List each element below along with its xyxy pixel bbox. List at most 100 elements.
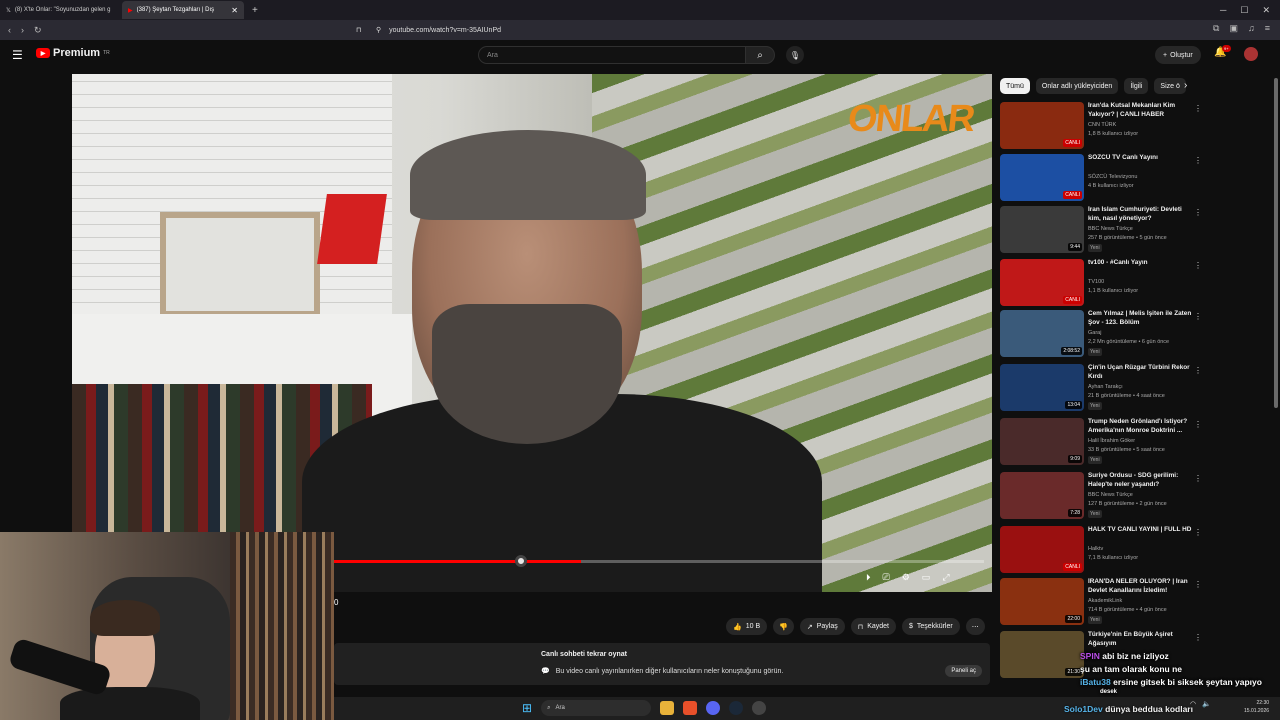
miniplayer-icon[interactable]: ▭ bbox=[922, 572, 931, 583]
save-button[interactable]: ⊓ Kaydet bbox=[850, 618, 896, 635]
more-options-icon[interactable]: ⋮ bbox=[1194, 312, 1202, 321]
more-options-icon[interactable]: ⋮ bbox=[1194, 261, 1202, 270]
video-thumbnail[interactable]: CANLI bbox=[1000, 526, 1084, 573]
minimize-icon[interactable]: ─ bbox=[1220, 5, 1226, 15]
recommendation-item[interactable]: 22:00 İRAN'DA NELER OLUYOR? | İran Devlet… bbox=[1000, 578, 1270, 628]
create-button[interactable]: + Oluştur bbox=[1155, 46, 1201, 64]
channel-name[interactable]: BBC News Türkçe bbox=[1088, 226, 1133, 232]
scrollbar[interactable] bbox=[1274, 78, 1278, 408]
video-title[interactable]: İran İslam Cumhuriyeti: Devleti kim, nas… bbox=[1088, 206, 1192, 223]
like-button[interactable]: 👍 10 B bbox=[726, 618, 768, 635]
maximize-icon[interactable]: ☐ bbox=[1240, 5, 1248, 16]
forward-icon[interactable]: › bbox=[21, 25, 24, 36]
youtube-logo[interactable]: ▶ Premium TR bbox=[36, 47, 110, 59]
video-thumbnail[interactable]: 9:09 bbox=[1000, 418, 1084, 465]
video-title[interactable]: İran'da Kutsal Mekanları Kim Yakıyor? | … bbox=[1088, 102, 1192, 119]
settings-gear-icon[interactable]: ⚙ bbox=[902, 572, 910, 583]
video-thumbnail[interactable]: 13:04 bbox=[1000, 364, 1084, 411]
recommendation-item[interactable]: CANLI SÖZCÜ TV Canlı Yayını SÖZCÜ Televizy… bbox=[1000, 154, 1270, 204]
video-thumbnail[interactable]: CANLI bbox=[1000, 102, 1084, 149]
video-title[interactable]: Türkiye'nin En Büyük Aşiret Ağasıyım bbox=[1088, 631, 1192, 648]
channel-name[interactable]: SÖZCÜ Televizyonu bbox=[1088, 174, 1137, 180]
chip-for-you[interactable]: Size ö bbox=[1154, 78, 1186, 94]
site-info-icon[interactable]: ⚲ bbox=[376, 26, 381, 34]
subtitles-icon[interactable]: ⎚ bbox=[883, 572, 890, 583]
channel-name[interactable]: Halil İbrahim Göker bbox=[1088, 438, 1135, 444]
channel-name[interactable]: Ayhan Tarakçı bbox=[1088, 384, 1123, 390]
recommendation-item[interactable]: 13:04 Çin'in Uçan Rüzgar Türbini Rekor Kı… bbox=[1000, 364, 1270, 414]
more-options-icon[interactable]: ⋮ bbox=[1194, 420, 1202, 429]
brave-browser-icon[interactable] bbox=[683, 701, 698, 715]
video-player[interactable]: ONLAR bbox=[72, 74, 992, 592]
new-tab-button[interactable]: + bbox=[252, 5, 258, 16]
wifi-icon[interactable]: ◠ bbox=[1190, 700, 1196, 708]
recommendation-item[interactable]: CANLI tv100 - #Canlı Yayın TV100 1,1 B kull… bbox=[1000, 259, 1270, 309]
recommendation-item[interactable]: 7:28 Suriye Ordusu - SDG gerilimi: Halep'… bbox=[1000, 472, 1270, 522]
channel-name[interactable]: AkademikLink bbox=[1088, 598, 1122, 604]
close-tab-icon[interactable]: ✕ bbox=[231, 6, 238, 15]
channel-name[interactable]: BBC News Türkçe bbox=[1088, 492, 1133, 498]
browser-tab[interactable]: 𝕏 (8) X'te Onlar: "Soyunuzdan gelen g bbox=[0, 1, 122, 19]
video-title[interactable]: SÖZCÜ TV Canlı Yayını bbox=[1088, 154, 1192, 163]
video-thumbnail[interactable]: CANLI bbox=[1000, 259, 1084, 306]
more-options-icon[interactable]: ⋮ bbox=[1194, 366, 1202, 375]
open-panel-button[interactable]: Paneli aç bbox=[945, 665, 982, 677]
recommendation-item[interactable]: CANLI HALK TV CANLI YAYINI | FULL HD Halkt… bbox=[1000, 526, 1270, 576]
obs-icon[interactable] bbox=[752, 701, 767, 715]
chip-all[interactable]: Tümü bbox=[1000, 78, 1030, 94]
windows-start-icon[interactable]: ⊞ bbox=[522, 701, 532, 715]
chip-from-uploader[interactable]: Onlar adlı yükleyiciden bbox=[1035, 78, 1119, 94]
more-options-icon[interactable]: ⋮ bbox=[1194, 156, 1202, 165]
taskbar-search[interactable]: ⌕ Ara bbox=[541, 700, 652, 716]
more-options-icon[interactable]: ⋮ bbox=[1194, 528, 1202, 537]
video-title[interactable]: Trump Neden Grönland'ı İstiyor? Amerika'… bbox=[1088, 418, 1192, 435]
browser-tab-active[interactable]: ▶ (387) Şeytan Tezgahları | Dış ✕ bbox=[122, 1, 244, 19]
video-title[interactable]: Çin'in Uçan Rüzgar Türbini Rekor Kırdı bbox=[1088, 364, 1192, 381]
video-thumbnail[interactable]: 9:44 bbox=[1000, 206, 1084, 253]
video-thumbnail[interactable]: 2:08:52 bbox=[1000, 310, 1084, 357]
recommendation-item[interactable]: 9:44 İran İslam Cumhuriyeti: Devleti kim,… bbox=[1000, 206, 1270, 256]
url-field[interactable]: ⊓ ⚲ youtube.com/watch?v=m-35AIUnPd bbox=[356, 22, 870, 38]
channel-name[interactable]: Halktv bbox=[1088, 546, 1103, 552]
reload-icon[interactable]: ↻ bbox=[34, 25, 42, 36]
video-title[interactable]: tv100 - #Canlı Yayın bbox=[1088, 259, 1192, 268]
recommendation-item[interactable]: CANLI İran'da Kutsal Mekanları Kim Yakıyo… bbox=[1000, 102, 1270, 152]
hamburger-menu-icon[interactable]: ☰ bbox=[12, 48, 23, 62]
video-thumbnail[interactable]: 22:00 bbox=[1000, 578, 1084, 625]
chip-related[interactable]: İlgili bbox=[1124, 78, 1149, 94]
avatar[interactable] bbox=[1244, 47, 1258, 61]
channel-name[interactable]: Garaj bbox=[1088, 330, 1101, 336]
autoplay-toggle-icon[interactable]: ⏵ bbox=[866, 572, 871, 583]
channel-name[interactable]: TV100 bbox=[1088, 279, 1104, 285]
more-options-icon[interactable]: ⋮ bbox=[1194, 208, 1202, 217]
video-thumbnail[interactable]: CANLI bbox=[1000, 154, 1084, 201]
more-actions-button[interactable]: ⋯ bbox=[965, 618, 985, 635]
share-button[interactable]: ↗ Paylaş bbox=[799, 618, 845, 635]
fullscreen-icon[interactable]: ⤢ bbox=[942, 572, 949, 583]
more-options-icon[interactable]: ⋮ bbox=[1194, 104, 1202, 113]
discord-icon[interactable] bbox=[706, 701, 721, 715]
more-options-icon[interactable]: ⋮ bbox=[1194, 580, 1202, 589]
video-title[interactable]: Cem Yılmaz | Melis İşiten ile Zaten Şov … bbox=[1088, 310, 1192, 327]
file-explorer-icon[interactable] bbox=[660, 701, 675, 715]
extensions-icon[interactable]: ⧉ bbox=[1213, 23, 1219, 34]
video-thumbnail[interactable]: 21:30 bbox=[1000, 631, 1084, 678]
thanks-button[interactable]: $ Teşekkürler bbox=[902, 618, 960, 635]
more-options-icon[interactable]: ⋮ bbox=[1194, 474, 1202, 483]
voice-search-button[interactable]: 🎙 bbox=[786, 46, 804, 64]
more-options-icon[interactable]: ⋮ bbox=[1194, 633, 1202, 642]
dislike-button[interactable]: 👎 bbox=[773, 618, 794, 635]
video-title[interactable]: Suriye Ordusu - SDG gerilimi: Halep'te n… bbox=[1088, 472, 1192, 489]
video-thumbnail[interactable]: 7:28 bbox=[1000, 472, 1084, 519]
recommendation-item[interactable]: 9:09 Trump Neden Grönland'ı İstiyor? Amer… bbox=[1000, 418, 1270, 468]
steam-icon[interactable] bbox=[729, 701, 744, 715]
channel-name[interactable]: CNN TÜRK bbox=[1088, 122, 1116, 128]
chips-next-icon[interactable]: › bbox=[1184, 80, 1187, 91]
progress-scrubber[interactable] bbox=[515, 555, 527, 567]
close-window-icon[interactable]: ✕ bbox=[1262, 5, 1270, 16]
search-input[interactable]: Ara bbox=[478, 46, 746, 64]
menu-icon[interactable]: ≡ bbox=[1265, 23, 1270, 34]
video-title[interactable]: HALK TV CANLI YAYINI | FULL HD bbox=[1088, 526, 1192, 535]
video-title[interactable]: İRAN'DA NELER OLUYOR? | İran Devlet Kana… bbox=[1088, 578, 1192, 595]
taskbar-clock[interactable]: 22:30 15.01.2026 bbox=[1244, 699, 1269, 715]
